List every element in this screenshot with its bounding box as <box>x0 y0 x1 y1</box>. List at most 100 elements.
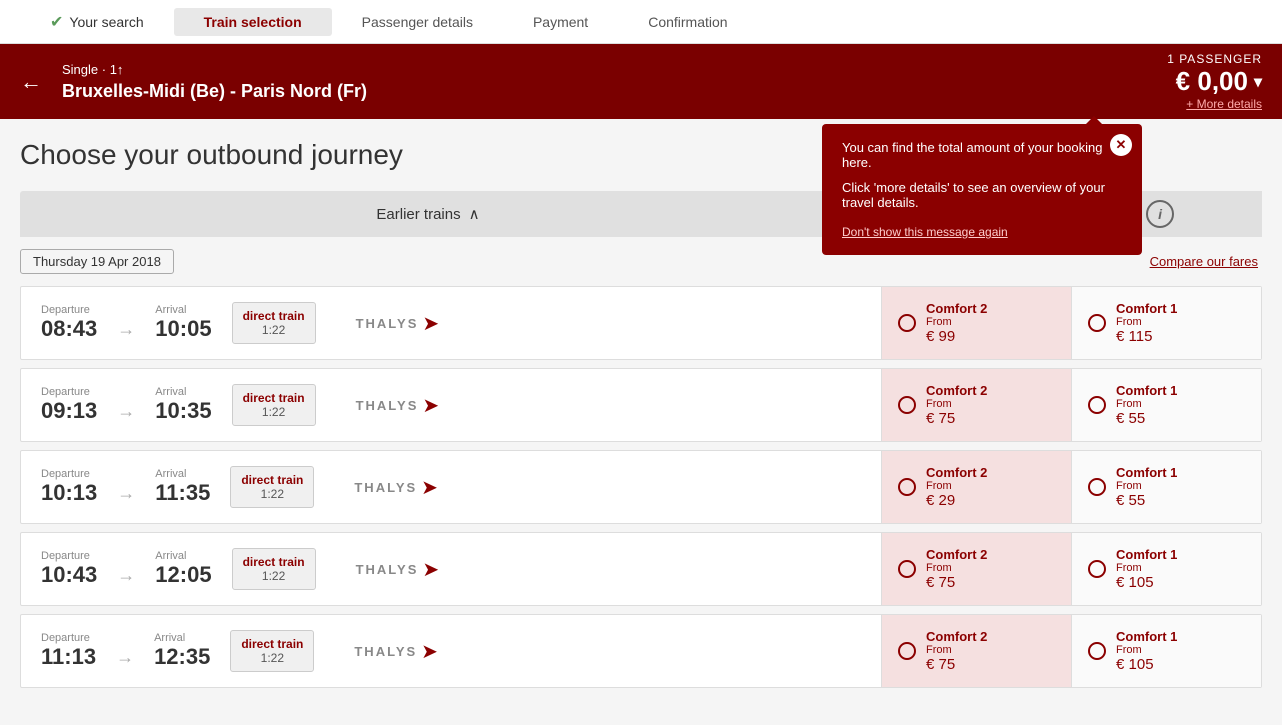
comfort2-label: Comfort 2 <box>926 301 987 316</box>
arrow-icon: → <box>117 471 135 504</box>
comfort2-from: From <box>926 480 987 492</box>
comfort2-cell[interactable]: Comfort 2 From € 75 <box>881 533 1071 605</box>
journey-info: Single · 1↑ Bruxelles-Midi (Be) - Paris … <box>62 62 1167 102</box>
comfort1-cell[interactable]: Comfort 1 From € 55 <box>1071 369 1261 441</box>
tooltip-close-button[interactable]: ✕ <box>1110 134 1132 156</box>
step-payment[interactable]: Payment <box>503 14 618 30</box>
step-train-selection[interactable]: Train selection <box>174 8 332 36</box>
comfort2-cell[interactable]: Comfort 2 From € 99 <box>881 287 1071 359</box>
train-row: Departure 09:13 → Arrival 10:35 direct t… <box>20 368 1262 442</box>
train-type-box: direct train 1:22 <box>230 466 314 508</box>
fare-cols: Comfort 2 From € 29 Comfort 1 From € 55 <box>881 451 1261 523</box>
direct-label: direct train <box>243 555 305 569</box>
date-badge: Thursday 19 Apr 2018 <box>20 249 174 274</box>
back-button[interactable]: ← <box>20 69 42 95</box>
comfort1-radio[interactable] <box>1088 642 1106 660</box>
comfort1-label: Comfort 1 <box>1116 465 1177 480</box>
fare-cols: Comfort 2 From € 75 Comfort 1 From € 105 <box>881 533 1261 605</box>
duration-label: 1:22 <box>241 487 303 501</box>
arrow-icon: → <box>117 553 135 586</box>
duration-label: 1:22 <box>243 323 305 337</box>
arrival-time: 11:35 <box>155 480 210 506</box>
fare-cols: Comfort 2 From € 75 Comfort 1 From € 55 <box>881 369 1261 441</box>
comfort1-info: Comfort 1 From € 105 <box>1116 547 1177 591</box>
more-details-link[interactable]: + More details <box>1186 97 1262 111</box>
arrival-info: Arrival 12:35 <box>154 632 210 670</box>
comfort1-info: Comfort 1 From € 105 <box>1116 629 1177 673</box>
departure-time: 08:43 <box>41 316 97 342</box>
comfort1-radio[interactable] <box>1088 560 1106 578</box>
comfort2-label: Comfort 2 <box>926 383 987 398</box>
comfort1-cell[interactable]: Comfort 1 From € 105 <box>1071 615 1261 687</box>
train-main-2: Departure 10:13 → Arrival 11:35 direct t… <box>21 451 881 523</box>
comfort2-cell[interactable]: Comfort 2 From € 29 <box>881 451 1071 523</box>
departure-label: Departure <box>41 550 97 562</box>
comfort1-price: € 55 <box>1116 492 1177 509</box>
info-button[interactable]: i <box>1146 200 1174 228</box>
departure-label: Departure <box>41 304 97 316</box>
comfort2-info: Comfort 2 From € 75 <box>926 547 987 591</box>
departure-info: Departure 10:43 <box>41 550 97 588</box>
direct-label: direct train <box>241 637 303 651</box>
fare-cols: Comfort 2 From € 75 Comfort 1 From € 105 <box>881 615 1261 687</box>
comfort2-info: Comfort 2 From € 75 <box>926 383 987 427</box>
direct-label: direct train <box>243 309 305 323</box>
step-confirmation[interactable]: Confirmation <box>618 14 757 30</box>
train-type-box: direct train 1:22 <box>230 630 314 672</box>
duration-label: 1:22 <box>243 405 305 419</box>
train-row: Departure 10:43 → Arrival 12:05 direct t… <box>20 532 1262 606</box>
step-passenger-details[interactable]: Passenger details <box>332 14 503 30</box>
departure-label: Departure <box>41 386 97 398</box>
comfort1-label: Comfort 1 <box>1116 547 1177 562</box>
comfort2-radio[interactable] <box>898 560 916 578</box>
comfort1-from: From <box>1116 562 1177 574</box>
departure-time: 10:43 <box>41 562 97 588</box>
comfort2-radio[interactable] <box>898 314 916 332</box>
dont-show-link[interactable]: Don't show this message again <box>842 225 1008 239</box>
comfort1-cell[interactable]: Comfort 1 From € 55 <box>1071 451 1261 523</box>
tooltip-line2: Click 'more details' to see an overview … <box>842 180 1122 210</box>
comfort2-radio[interactable] <box>898 642 916 660</box>
comfort1-price: € 55 <box>1116 410 1177 427</box>
journey-route: Bruxelles-Midi (Be) - Paris Nord (Fr) <box>62 81 1167 102</box>
arrival-label: Arrival <box>155 304 211 316</box>
compare-fares-link[interactable]: Compare our fares <box>1150 254 1258 269</box>
progress-bar: ✔ Your search Train selection Passenger … <box>0 0 1282 44</box>
departure-time: 09:13 <box>41 398 97 424</box>
comfort2-info: Comfort 2 From € 99 <box>926 301 987 345</box>
comfort1-radio[interactable] <box>1088 396 1106 414</box>
comfort1-label: Comfort 1 <box>1116 629 1177 644</box>
comfort1-radio[interactable] <box>1088 478 1106 496</box>
train-main-0: Departure 08:43 → Arrival 10:05 direct t… <box>21 287 881 359</box>
direct-label: direct train <box>243 391 305 405</box>
step-your-search[interactable]: ✔ Your search <box>20 12 174 32</box>
comfort1-info: Comfort 1 From € 55 <box>1116 383 1177 427</box>
comfort1-radio[interactable] <box>1088 314 1106 332</box>
comfort2-radio[interactable] <box>898 478 916 496</box>
train-main-1: Departure 09:13 → Arrival 10:35 direct t… <box>21 369 881 441</box>
comfort1-cell[interactable]: Comfort 1 From € 115 <box>1071 287 1261 359</box>
comfort2-price: € 75 <box>926 410 987 427</box>
thalys-arrow-icon: ➤ <box>422 311 439 336</box>
train-row: Departure 11:13 → Arrival 12:35 direct t… <box>20 614 1262 688</box>
arrival-time: 12:05 <box>155 562 211 588</box>
thalys-text: THALYS <box>356 398 419 413</box>
comfort2-cell[interactable]: Comfort 2 From € 75 <box>881 369 1071 441</box>
comfort2-label: Comfort 2 <box>926 629 987 644</box>
thalys-logo: THALYS ➤ <box>354 475 438 500</box>
comfort1-from: From <box>1116 398 1177 410</box>
comfort2-label: Comfort 2 <box>926 465 987 480</box>
tooltip-popup: ✕ You can find the total amount of your … <box>822 124 1142 255</box>
thalys-text: THALYS <box>356 316 419 331</box>
arrival-time: 12:35 <box>154 644 210 670</box>
comfort2-cell[interactable]: Comfort 2 From € 75 <box>881 615 1071 687</box>
arrival-time: 10:05 <box>155 316 211 342</box>
earlier-trains-button[interactable]: Earlier trains ∧ <box>20 191 836 237</box>
price-dropdown-icon[interactable]: ▾ <box>1254 72 1262 92</box>
arrival-label: Arrival <box>155 550 211 562</box>
comfort1-cell[interactable]: Comfort 1 From € 105 <box>1071 533 1261 605</box>
departure-label: Departure <box>41 468 97 480</box>
comfort2-price: € 75 <box>926 574 987 591</box>
comfort2-radio[interactable] <box>898 396 916 414</box>
comfort1-price: € 115 <box>1116 328 1177 345</box>
